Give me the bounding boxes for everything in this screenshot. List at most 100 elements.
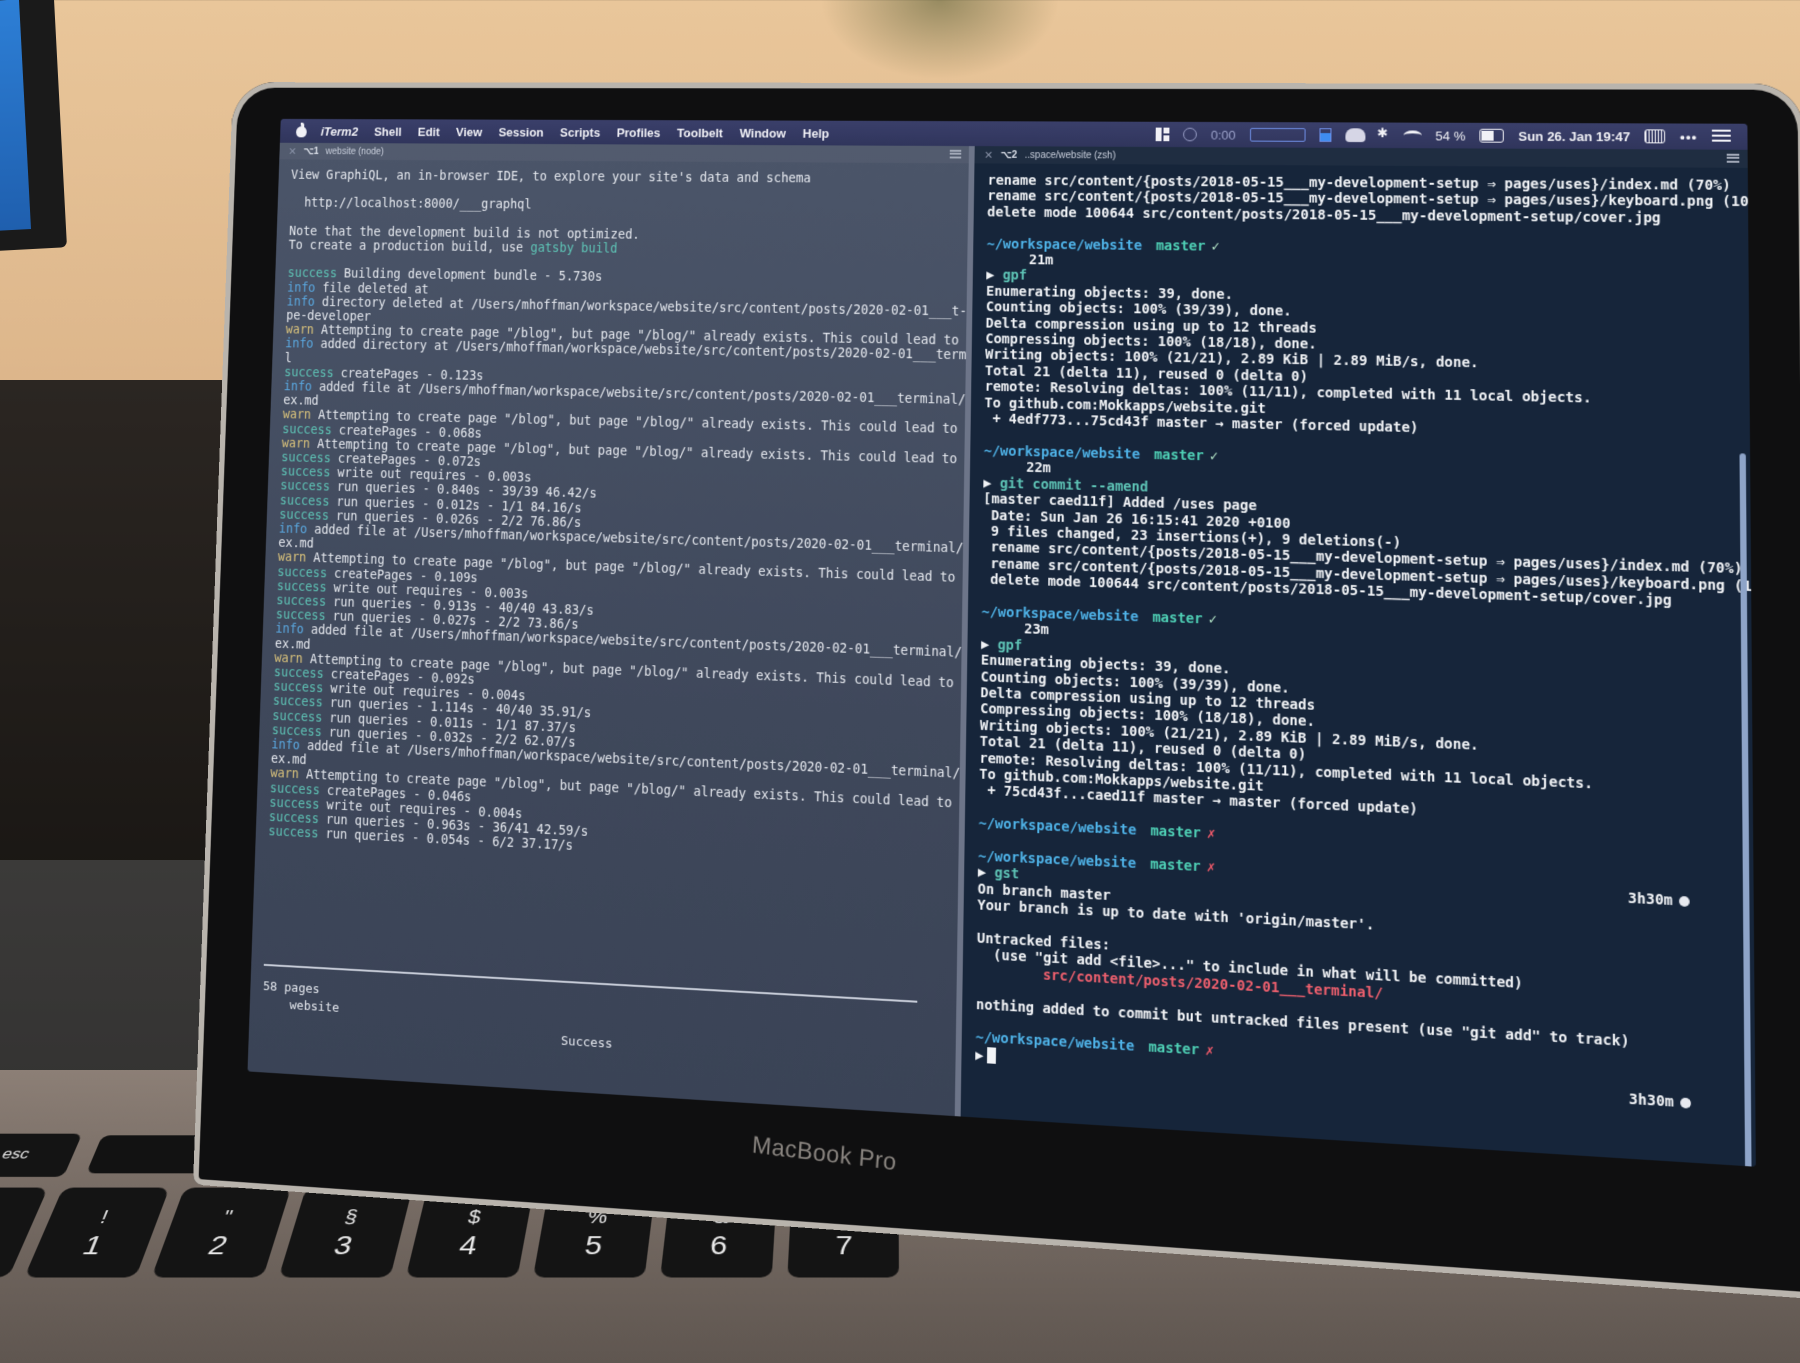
key-2[interactable]: " 2 bbox=[151, 1187, 292, 1278]
footer-divider bbox=[263, 963, 918, 1003]
background-plant bbox=[820, 0, 1060, 80]
log-text: file deleted at bbox=[315, 281, 429, 297]
log-level-success: success bbox=[268, 824, 319, 842]
prompt-arrow-icon: ▶ bbox=[983, 475, 992, 492]
git-clean-icon: ✓ bbox=[1208, 611, 1218, 628]
menu-app-name[interactable]: iTerm2 bbox=[321, 124, 359, 138]
git-branch: master bbox=[1152, 609, 1203, 628]
memory-meter-icon[interactable] bbox=[1319, 128, 1332, 142]
battery-icon[interactable] bbox=[1479, 128, 1505, 143]
menu-view[interactable]: View bbox=[456, 125, 483, 139]
log-level-success: success bbox=[287, 266, 338, 282]
wifi-icon[interactable] bbox=[1403, 130, 1422, 141]
menu-window[interactable]: Window bbox=[739, 126, 786, 140]
menu-scripts[interactable]: Scripts bbox=[560, 125, 601, 139]
site-name: website bbox=[289, 998, 340, 1016]
menu-shell[interactable]: Shell bbox=[374, 124, 402, 138]
log-level-warn: warn bbox=[270, 766, 300, 783]
key-symbol: ! bbox=[97, 1207, 112, 1228]
background-desk bbox=[0, 380, 240, 880]
moon-icon bbox=[1680, 1097, 1691, 1109]
key-3[interactable]: § 3 bbox=[278, 1187, 413, 1278]
tab-title: ..space/website (zsh) bbox=[1024, 149, 1116, 161]
hamburger-menu-icon[interactable] bbox=[1726, 153, 1740, 163]
log-text: http://localhost:8000/___graphql bbox=[289, 196, 532, 213]
screen: iTerm2 Shell Edit View Session Scripts P… bbox=[247, 118, 1756, 1167]
key-1[interactable]: ! 1 bbox=[24, 1187, 170, 1278]
log-level-success: success bbox=[279, 507, 330, 524]
git-dirty-icon: ✗ bbox=[1206, 859, 1216, 876]
menu-bar-status-area: 0:00 54 % Sun 26. Jan 19:47 ••• bbox=[1155, 127, 1748, 144]
command-text: gst bbox=[994, 865, 1020, 883]
log-level-success: success bbox=[276, 593, 327, 610]
git-branch: master bbox=[1153, 447, 1204, 465]
pages-count: 58 pages bbox=[262, 979, 320, 998]
hamburger-menu-icon[interactable] bbox=[949, 149, 962, 159]
cloud-sync-icon[interactable] bbox=[1344, 128, 1366, 143]
cpu-graph-icon[interactable] bbox=[1249, 127, 1306, 142]
bluetooth-icon[interactable] bbox=[1379, 128, 1389, 142]
key-label: 1 bbox=[78, 1230, 108, 1261]
log-level-success: success bbox=[284, 365, 334, 381]
log-level-info: info bbox=[286, 280, 316, 296]
log-text: l bbox=[284, 351, 293, 366]
command-text: gpf bbox=[1002, 268, 1028, 284]
log-level-info: info bbox=[285, 337, 314, 352]
moon-icon bbox=[1679, 895, 1690, 907]
menu-toolbelt[interactable]: Toolbelt bbox=[677, 125, 723, 139]
timer-icon[interactable] bbox=[1183, 127, 1198, 142]
tab-shortcut: ⌥2 bbox=[1000, 149, 1018, 161]
key-label: 3 bbox=[330, 1230, 356, 1261]
background-monitor bbox=[0, 0, 67, 253]
close-icon[interactable]: ✕ bbox=[288, 145, 297, 157]
terminal-output-right[interactable]: rename src/content/{posts/2018-05-15___m… bbox=[961, 163, 1756, 1110]
log-level-success: success bbox=[279, 493, 330, 510]
terminal-pane-left[interactable]: ✕ ⌥1 website (node) View GraphiQL, an in… bbox=[247, 142, 969, 1117]
log-level-success: success bbox=[275, 608, 326, 625]
log-text: ex.md bbox=[270, 752, 307, 769]
log-level-success: success bbox=[282, 422, 332, 438]
menu-session[interactable]: Session bbox=[498, 125, 544, 139]
key-esc[interactable]: esc bbox=[0, 1133, 83, 1177]
close-icon[interactable]: ✕ bbox=[984, 149, 993, 162]
notification-center-icon[interactable] bbox=[1711, 129, 1731, 144]
text-cursor[interactable] bbox=[987, 1046, 997, 1064]
log-level-success: success bbox=[277, 565, 328, 581]
macbook-pro-label: MacBook Pro bbox=[751, 1131, 898, 1177]
more-icon[interactable]: ••• bbox=[1680, 129, 1697, 144]
log-text: ex.md bbox=[283, 394, 319, 409]
git-clean-icon: ✓ bbox=[1211, 238, 1220, 255]
log-level-warn: warn bbox=[274, 651, 304, 667]
log-level-warn: warn bbox=[277, 550, 307, 566]
key-label: 6 bbox=[708, 1230, 729, 1261]
log-level-warn: warn bbox=[285, 323, 315, 338]
menu-profiles[interactable]: Profiles bbox=[616, 125, 660, 139]
command-highlight: gatsby build bbox=[530, 241, 618, 257]
log-text: pe-developer bbox=[285, 309, 372, 325]
key-symbol: § bbox=[342, 1207, 360, 1228]
menu-help[interactable]: Help bbox=[803, 126, 830, 140]
git-branch: master bbox=[1150, 823, 1202, 842]
menu-edit[interactable]: Edit bbox=[418, 124, 440, 138]
prompt-path: ~/workspace/website bbox=[986, 236, 1143, 254]
keyboard-input-icon[interactable] bbox=[1644, 129, 1666, 144]
git-branch: master bbox=[1155, 237, 1206, 255]
window-manager-icon[interactable] bbox=[1155, 127, 1170, 142]
terminal-output-left: View GraphiQL, an in-browser IDE, to exp… bbox=[256, 159, 969, 873]
apple-icon[interactable] bbox=[294, 124, 309, 139]
menu-clock[interactable]: Sun 26. Jan 19:47 bbox=[1518, 128, 1630, 143]
command-text: gpf bbox=[997, 637, 1023, 654]
gatsby-status-footer: 58 pages website Success bbox=[247, 946, 956, 1116]
log-level-info: info bbox=[283, 379, 313, 395]
log-level-success: success bbox=[281, 450, 332, 467]
elapsed-time: 3h30m bbox=[1628, 890, 1690, 910]
key-label: 4 bbox=[456, 1230, 481, 1261]
log-level-success: success bbox=[280, 465, 331, 481]
key-symbol: " bbox=[220, 1207, 235, 1228]
git-dirty-icon: ✗ bbox=[1205, 1042, 1214, 1060]
log-level-success: success bbox=[276, 579, 327, 596]
log-text: ex.md bbox=[278, 536, 314, 552]
terminal-pane-right[interactable]: ✕ ⌥2 ..space/website (zsh) rename src/co… bbox=[960, 146, 1756, 1167]
log-level-info: info bbox=[275, 622, 305, 638]
git-clean-icon: ✓ bbox=[1209, 448, 1219, 465]
